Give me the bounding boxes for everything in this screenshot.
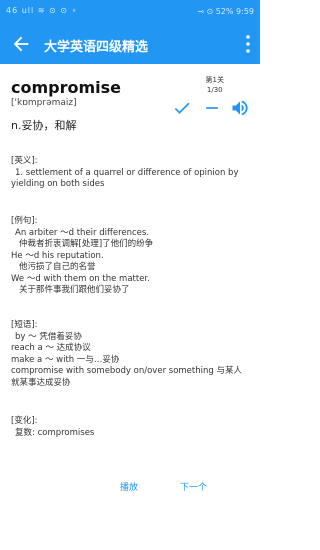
section-header: [英义]:	[11, 156, 38, 166]
level-label: 第1关	[205, 76, 224, 84]
word-title: compromise	[11, 78, 122, 97]
volume-icon[interactable]	[230, 98, 250, 118]
short-meaning: n.妥协，和解	[11, 119, 77, 132]
phrase-line: make a ～ with 一与…妥协	[11, 354, 120, 365]
play-button[interactable]: 播放	[120, 480, 138, 493]
phrase-line: 就某事达成妥协	[11, 377, 71, 388]
phrase-line: by ～ 凭借着妥协	[15, 331, 82, 342]
word-content: compromise ['kɒmprəmaiz] n.妥协，和解 第1关 1/3…	[0, 64, 260, 550]
example-translation: 他污损了自己的名誉	[19, 262, 96, 272]
more-vert-icon[interactable]	[244, 34, 252, 54]
level-count: 1/30	[206, 86, 223, 94]
example-line: He ～d his reputation.	[11, 250, 104, 261]
example-line: We ～d with them on the matter.	[11, 273, 150, 284]
check-icon[interactable]	[172, 98, 192, 118]
example-translation: 仲裁者折衷调解[处理]了他们的纷争	[19, 239, 154, 249]
section-header: [短语]:	[11, 320, 38, 330]
action-icons	[172, 98, 250, 118]
section-header: [例句]:	[11, 216, 38, 226]
section-definition: [英义]: 1. settlement of a quarrel or diff…	[11, 156, 251, 191]
section-forms: [变化]: 复数: compromises	[11, 416, 251, 439]
section-header: [变化]:	[11, 416, 38, 426]
phrase-line: compromise with somebody on/over somethi…	[11, 366, 242, 376]
level-progress: 第1关 1/30	[206, 75, 224, 95]
example-line: An arbiter ～d their differences.	[15, 227, 150, 238]
back-arrow-icon[interactable]	[10, 33, 32, 55]
phonetic: ['kɒmprəmaiz]	[11, 98, 77, 108]
example-translation: 关于那件事我们跟他们妥协了	[19, 285, 130, 295]
section-phrases: [短语]: by ～ 凭借着妥协 reach a ～ 达成协议 make a ～…	[11, 320, 251, 389]
next-button[interactable]: 下一个	[180, 480, 207, 493]
definition-line: 1. settlement of a quarrel or difference…	[15, 167, 239, 178]
status-bar: 46 ull ≋ ⊙ ⊙ ∘ ⊸ ⊙ 52% 9:59	[0, 0, 260, 24]
phrase-line: reach a ～ 达成协议	[11, 343, 91, 353]
remove-icon[interactable]	[202, 98, 222, 118]
form-line: 复数: compromises	[15, 427, 95, 438]
app-bar: 大学英语四级精选	[0, 24, 260, 64]
status-left: 46 ull ≋ ⊙ ⊙ ∘	[6, 6, 78, 15]
status-right: ⊸ ⊙ 52% 9:59	[197, 7, 254, 16]
definition-line: yielding on both sides	[11, 179, 105, 189]
bottom-actions: 播放 下一个	[0, 480, 260, 500]
page-title: 大学英语四级精选	[44, 40, 149, 55]
section-examples: [例句]: An arbiter ～d their differences. 仲…	[11, 216, 251, 297]
